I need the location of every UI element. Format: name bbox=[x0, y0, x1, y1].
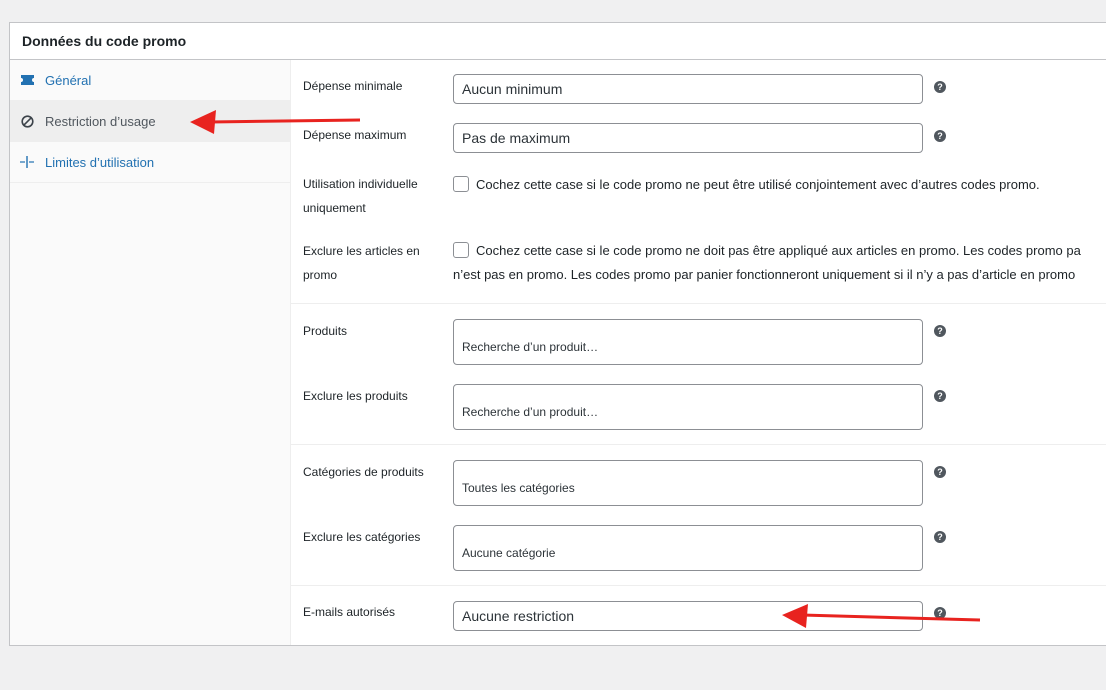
usage-restriction-content: Dépense minimale Aucun minimum ? Dépense… bbox=[291, 60, 1106, 645]
exclude-categories-label: Exclure les catégories bbox=[303, 530, 421, 544]
annotation-arrow-tab bbox=[190, 110, 361, 134]
min-spend-input[interactable]: Aucun minimum bbox=[453, 74, 923, 104]
emails-label: E-mails autorisés bbox=[303, 605, 396, 619]
exclude-sale-description-1: Cochez cette case si le code promo ne do… bbox=[476, 243, 1081, 258]
sidebar: Général Restriction d’usage Limites d’ut… bbox=[10, 60, 291, 645]
products-label: Produits bbox=[303, 324, 348, 338]
individual-use-description: Cochez cette case si le code promo ne pe… bbox=[476, 177, 1040, 192]
individual-use-checkbox[interactable] bbox=[453, 176, 469, 192]
tab-usage-restriction-label: Restriction d’usage bbox=[45, 113, 156, 129]
panel-title: Données du code promo bbox=[10, 23, 1106, 60]
question-icon[interactable]: ? bbox=[934, 531, 946, 543]
categories-label: Catégories de produits bbox=[303, 465, 424, 479]
question-icon[interactable]: ? bbox=[934, 466, 946, 478]
exclude-sale-description-2: n’est pas en promo. Les codes promo par … bbox=[453, 267, 1076, 282]
exclude-products-search-input[interactable]: Recherche d’un produit… bbox=[453, 384, 923, 430]
exclude-sale-label: Exclure les articles en promo bbox=[303, 244, 420, 282]
question-icon[interactable]: ? bbox=[934, 130, 946, 142]
max-spend-input[interactable]: Pas de maximum bbox=[453, 123, 923, 153]
annotation-arrow-emails bbox=[782, 604, 981, 628]
categories-section: Catégories de produits Toutes les catégo… bbox=[291, 445, 1106, 586]
ticket-icon bbox=[20, 73, 34, 87]
tab-usage-limits[interactable]: Limites d’utilisation bbox=[10, 142, 290, 183]
tab-usage-limits-label: Limites d’utilisation bbox=[45, 154, 155, 170]
spend-section: Dépense minimale Aucun minimum ? Dépense… bbox=[291, 60, 1106, 304]
question-icon[interactable]: ? bbox=[934, 81, 946, 93]
exclude-products-label: Exclure les produits bbox=[303, 389, 408, 403]
limits-icon bbox=[20, 155, 34, 169]
min-spend-label: Dépense minimale bbox=[303, 79, 403, 93]
individual-use-label: Utilisation individuelle uniquement bbox=[303, 177, 418, 215]
products-search-input[interactable]: Recherche d’un produit… bbox=[453, 319, 923, 365]
coupon-data-panel: Données du code promo Général Restrictio… bbox=[9, 22, 1106, 646]
exclude-categories-select[interactable]: Aucune catégorie bbox=[453, 525, 923, 571]
exclude-sale-checkbox[interactable] bbox=[453, 242, 469, 258]
categories-select[interactable]: Toutes les catégories bbox=[453, 460, 923, 506]
prohibited-icon bbox=[20, 114, 34, 128]
question-icon[interactable]: ? bbox=[934, 390, 946, 402]
tab-general-label: Général bbox=[45, 72, 92, 88]
tab-general[interactable]: Général bbox=[10, 60, 290, 101]
products-section: Produits Recherche d’un produit… ? Exclu… bbox=[291, 304, 1106, 445]
question-icon[interactable]: ? bbox=[934, 325, 946, 337]
